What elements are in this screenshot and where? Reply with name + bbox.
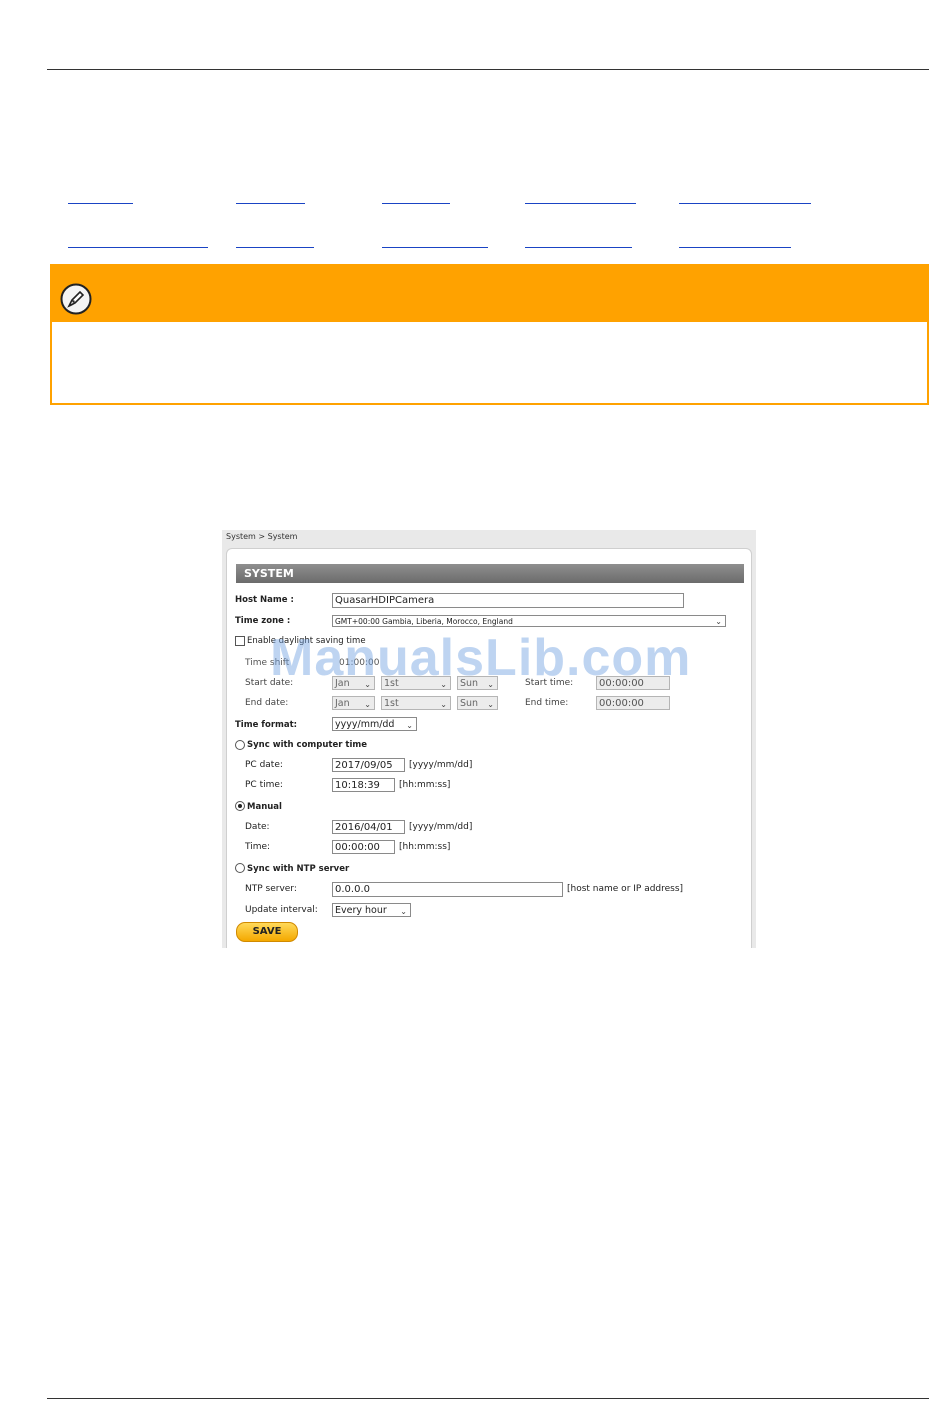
system-settings-screenshot: System > System SYSTEM Host Name : Quasa… bbox=[222, 530, 756, 948]
breadcrumb: System > System bbox=[226, 532, 298, 541]
end-day-value: 1st bbox=[384, 698, 399, 709]
toc-link[interactable] bbox=[382, 203, 450, 204]
pc-time-label: PC time: bbox=[245, 780, 283, 790]
ntp-radio[interactable] bbox=[235, 863, 245, 873]
ntp-sync-label: Sync with NTP server bbox=[247, 864, 350, 874]
toc-link[interactable] bbox=[68, 247, 208, 248]
dst-checkbox[interactable] bbox=[235, 636, 245, 646]
date-hint: [yyyy/mm/dd] bbox=[409, 822, 473, 832]
sync-pc-radio[interactable] bbox=[235, 740, 245, 750]
save-button[interactable]: SAVE bbox=[236, 922, 298, 942]
settings-frame: SYSTEM Host Name : QuasarHDIPCamera Time… bbox=[226, 548, 752, 948]
date-label: Date: bbox=[245, 822, 270, 832]
host-name-label: Host Name : bbox=[235, 595, 294, 605]
header-rule bbox=[47, 69, 929, 70]
ntp-server-hint: [host name or IP address] bbox=[567, 884, 684, 894]
time-zone-label: Time zone : bbox=[235, 616, 291, 626]
toc-link[interactable] bbox=[679, 247, 791, 248]
note-body bbox=[50, 322, 929, 405]
note-header bbox=[50, 264, 929, 322]
watermark: ManualsLib.com bbox=[270, 629, 692, 687]
ntp-server-input[interactable]: 0.0.0.0 bbox=[332, 882, 563, 897]
update-interval-value: Every hour bbox=[335, 905, 387, 916]
time-zone-value: GMT+00:00 Gambia, Liberia, Morocco, Engl… bbox=[335, 617, 513, 626]
manual-label: Manual bbox=[247, 802, 282, 812]
update-interval-select[interactable]: Every hour ⌄ bbox=[332, 903, 411, 917]
pc-time-input[interactable]: 10:18:39 bbox=[332, 778, 395, 792]
host-name-input[interactable]: QuasarHDIPCamera bbox=[332, 593, 684, 608]
end-weekday-select[interactable]: Sun ⌄ bbox=[457, 696, 498, 710]
pc-time-hint: [hh:mm:ss] bbox=[399, 780, 451, 790]
end-weekday-value: Sun bbox=[460, 698, 479, 709]
end-time-label: End time: bbox=[525, 698, 569, 708]
chevron-down-icon: ⌄ bbox=[400, 907, 407, 916]
time-format-select[interactable]: yyyy/mm/dd ⌄ bbox=[332, 717, 417, 731]
chevron-down-icon: ⌄ bbox=[715, 617, 722, 626]
toc-link[interactable] bbox=[525, 247, 632, 248]
end-day-select[interactable]: 1st ⌄ bbox=[381, 696, 451, 710]
ntp-server-label: NTP server: bbox=[245, 884, 297, 894]
toc-link[interactable] bbox=[679, 203, 811, 204]
time-zone-select[interactable]: GMT+00:00 Gambia, Liberia, Morocco, Engl… bbox=[332, 615, 726, 627]
time-input[interactable]: 00:00:00 bbox=[332, 840, 395, 854]
chevron-down-icon: ⌄ bbox=[364, 700, 371, 709]
end-month-select[interactable]: Jan ⌄ bbox=[332, 696, 375, 710]
end-date-label: End date: bbox=[245, 698, 289, 708]
chevron-down-icon: ⌄ bbox=[440, 700, 447, 709]
time-format-value: yyyy/mm/dd bbox=[335, 719, 395, 730]
chevron-down-icon: ⌄ bbox=[487, 700, 494, 709]
toc-link[interactable] bbox=[382, 247, 488, 248]
footer-rule bbox=[47, 1398, 929, 1399]
toc-link[interactable] bbox=[525, 203, 636, 204]
pc-date-label: PC date: bbox=[245, 760, 283, 770]
toc-link[interactable] bbox=[236, 203, 305, 204]
toc-link[interactable] bbox=[68, 203, 133, 204]
time-label: Time: bbox=[245, 842, 271, 852]
pc-date-input[interactable]: 2017/09/05 bbox=[332, 758, 405, 772]
toc-link[interactable] bbox=[236, 247, 314, 248]
sync-pc-label: Sync with computer time bbox=[247, 740, 368, 750]
section-title: SYSTEM bbox=[236, 564, 744, 583]
chevron-down-icon: ⌄ bbox=[406, 721, 413, 730]
update-interval-label: Update interval: bbox=[245, 905, 318, 915]
pc-date-hint: [yyyy/mm/dd] bbox=[409, 760, 473, 770]
end-month-value: Jan bbox=[335, 698, 350, 709]
time-hint: [hh:mm:ss] bbox=[399, 842, 451, 852]
time-format-label: Time format: bbox=[235, 720, 298, 730]
date-input[interactable]: 2016/04/01 bbox=[332, 820, 405, 834]
end-time-input[interactable]: 00:00:00 bbox=[596, 696, 670, 710]
pen-note-icon bbox=[60, 283, 92, 315]
manual-radio[interactable] bbox=[235, 801, 245, 811]
